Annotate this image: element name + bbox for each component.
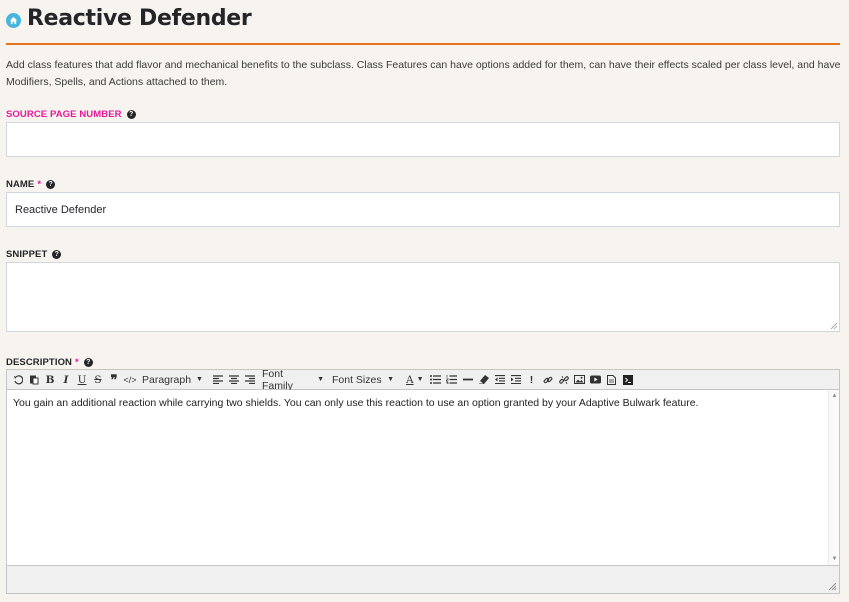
intro-text: Add class features that add flavor and m…	[6, 59, 841, 88]
document-icon[interactable]	[604, 371, 620, 389]
text-color-label: A	[406, 373, 414, 386]
paste-icon[interactable]	[26, 371, 42, 389]
undo-icon[interactable]	[10, 371, 26, 389]
source-page-label-text: SOURCE PAGE NUMBER	[6, 109, 122, 120]
video-icon[interactable]	[588, 371, 604, 389]
description-label-text: DESCRIPTION	[6, 357, 73, 368]
eraser-icon[interactable]	[476, 371, 492, 389]
chevron-down-icon: ▼	[416, 376, 424, 383]
indent-icon[interactable]	[508, 371, 524, 389]
name-input[interactable]: Reactive Defender	[6, 192, 840, 227]
code-button[interactable]: </>	[122, 371, 138, 389]
text-color-button[interactable]: A ▼	[402, 371, 428, 389]
align-right-icon[interactable]	[242, 371, 258, 389]
description-label: DESCRIPTION * ?	[6, 357, 93, 368]
link-icon[interactable]	[540, 371, 556, 389]
question-circle-icon[interactable]: ?	[52, 250, 62, 259]
question-circle-icon[interactable]: ?	[46, 180, 56, 189]
underline-button[interactable]: U	[74, 371, 90, 389]
format-select[interactable]: Paragraph ▼	[138, 371, 206, 389]
strikethrough-button[interactable]: S	[90, 371, 106, 389]
name-label-text: NAME	[6, 179, 35, 190]
required-asterisk: *	[37, 179, 42, 190]
chevron-down-icon: ▼	[196, 376, 203, 383]
question-circle-icon[interactable]: ?	[126, 110, 136, 119]
rich-text-editor: B I U S ❞ </> Paragraph ▼ Font Family ▼ …	[6, 367, 840, 594]
page-title: Reactive Defender	[27, 6, 252, 31]
font-family-select[interactable]: Font Family ▼	[258, 367, 328, 392]
header-divider	[6, 43, 840, 45]
bullet-list-icon[interactable]	[428, 371, 444, 389]
unlink-icon[interactable]	[556, 371, 572, 389]
chevron-down-icon: ▼	[317, 376, 324, 383]
font-size-label: Font Sizes	[332, 373, 382, 386]
font-size-select[interactable]: Font Sizes ▼	[328, 371, 398, 389]
font-family-label: Font Family	[262, 367, 293, 392]
scroll-up-icon[interactable]: ▲	[829, 391, 840, 401]
editor-statusbar	[7, 565, 839, 593]
required-asterisk: *	[75, 357, 79, 368]
format-select-label: Paragraph	[142, 373, 192, 386]
name-label: NAME * ?	[6, 179, 56, 190]
source-code-icon[interactable]	[620, 371, 636, 389]
blockquote-button[interactable]: !	[524, 371, 540, 389]
quote-button[interactable]: ❞	[106, 371, 122, 389]
bold-button[interactable]: B	[42, 371, 58, 389]
outdent-icon[interactable]	[492, 371, 508, 389]
editor-toolbar: B I U S ❞ </> Paragraph ▼ Font Family ▼ …	[7, 367, 839, 392]
chevron-down-icon: ▼	[387, 376, 394, 383]
editor-scrollbar[interactable]: ▲ ▼	[828, 390, 839, 565]
snippet-label-text: SNIPPET	[6, 249, 48, 260]
home-icon[interactable]	[6, 12, 21, 28]
resize-grip-icon[interactable]	[829, 583, 836, 590]
page-header: Reactive Defender	[6, 6, 252, 31]
horizontal-rule-icon[interactable]	[460, 371, 476, 389]
resize-grip-icon[interactable]	[831, 323, 837, 329]
question-circle-icon[interactable]: ?	[83, 358, 93, 367]
source-page-label: SOURCE PAGE NUMBER ?	[6, 109, 136, 120]
snippet-textarea[interactable]	[6, 262, 840, 332]
align-center-icon[interactable]	[226, 371, 242, 389]
snippet-label: SNIPPET ?	[6, 249, 62, 260]
align-left-icon[interactable]	[210, 371, 226, 389]
editor-content[interactable]: You gain an additional reaction while ca…	[7, 390, 839, 565]
scroll-down-icon[interactable]: ▼	[829, 554, 840, 564]
image-icon[interactable]	[572, 371, 588, 389]
numbered-list-icon[interactable]	[444, 371, 460, 389]
italic-button[interactable]: I	[58, 371, 74, 389]
description-text: You gain an additional reaction while ca…	[13, 397, 699, 409]
source-page-input[interactable]	[6, 122, 840, 157]
